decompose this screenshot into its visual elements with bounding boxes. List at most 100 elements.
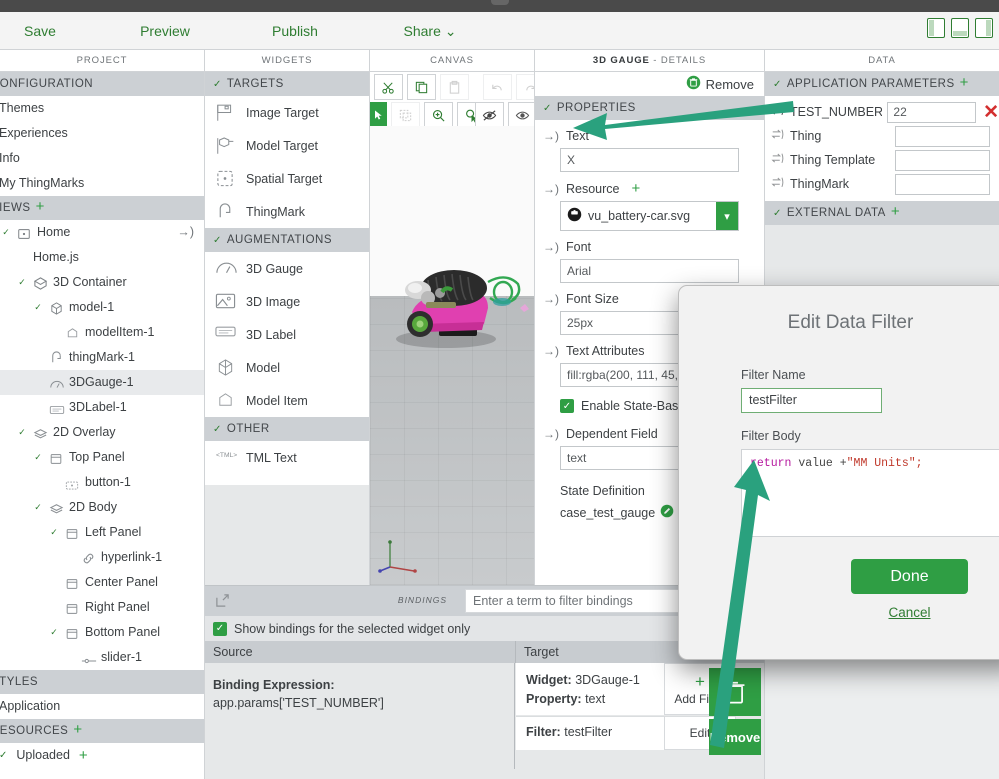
binding-arrow-icon[interactable]: →) [543,344,559,358]
menu-preview[interactable]: Preview [110,12,220,50]
menu-save[interactable]: Save [0,12,80,50]
param-input-thing-template[interactable] [895,149,990,171]
binding-filter-row[interactable]: Filter: testFilter [516,716,664,750]
tree-item-left-panel[interactable]: ✓ Left Panel [0,520,204,545]
section-external-data[interactable]: ✓ EXTERNAL DATA + [765,201,999,225]
tree-item-thingmark-1[interactable]: thingMark-1 [0,345,204,370]
tree-item-top-panel[interactable]: ✓ Top Panel [0,445,204,470]
tree-item-right-panel[interactable]: Right Panel [0,595,204,620]
widget-item-model-target[interactable]: Model Target [205,129,369,162]
menu-publish[interactable]: Publish [240,12,350,50]
widget-item-spatial-target[interactable]: Spatial Target [205,162,369,195]
widgets-section-other[interactable]: ✓ OTHER [205,417,369,441]
widget-item-3d-label[interactable]: 3D Label [205,318,369,351]
redo-icon[interactable] [516,74,534,100]
widget-item-model-item[interactable]: Model Item [205,384,369,417]
widgets-section-targets[interactable]: ✓ TARGETS [205,72,369,96]
remove-trash-button[interactable] [709,668,761,716]
panel-left-icon[interactable] [927,18,945,38]
section-resources[interactable]: RESOURCES + [0,719,204,743]
resource-select[interactable]: vu_battery-car.svg ▾ [560,201,739,231]
widget-item-model[interactable]: Model [205,351,369,384]
section-views[interactable]: VIEWS + [0,196,204,220]
add-resource-icon[interactable]: + [73,721,82,738]
project-item-experiences[interactable]: Experiences [0,121,204,146]
edit-pencil-icon[interactable] [660,504,674,521]
filter-body-editor[interactable]: return value +"MM Units"; [741,449,999,537]
section-configuration[interactable]: CONFIGURATION [0,72,204,96]
tree-item-3dlabel-1[interactable]: 3DLabel-1 [0,395,204,420]
tree-item-button-1[interactable]: button-1 [0,470,204,495]
widgets-section-augmentations[interactable]: ✓ AUGMENTATIONS [205,228,369,252]
open-view-icon[interactable]: →) [177,220,204,245]
menu-share[interactable]: Share ⌄ [380,12,480,50]
tree-item-2d-body[interactable]: ✓ 2D Body [0,495,204,520]
hide-icon[interactable] [475,102,504,128]
binding-swap-icon[interactable] [771,128,785,144]
section-application-parameters[interactable]: ✓ APPLICATION PARAMETERS + [765,72,999,96]
tree-item-2d-overlay[interactable]: ✓ 2D Overlay [0,420,204,445]
undo-icon[interactable] [483,74,512,100]
delete-parameter-icon[interactable]: ✕ [983,103,999,122]
copy-icon[interactable] [407,74,436,100]
binding-swap-icon[interactable] [771,104,785,120]
widget-item-3d-image[interactable]: 3D Image [205,285,369,318]
binding-arrow-icon[interactable]: →) [543,129,559,143]
panel-right-icon[interactable] [975,18,993,38]
tree-item-center-panel[interactable]: Center Panel [0,570,204,595]
zoom-in-icon[interactable] [424,102,453,128]
done-button[interactable]: Done [851,559,968,594]
binding-row[interactable]: Binding Expression: app.params['TEST_NUM… [205,663,515,769]
section-properties[interactable]: ✓ PROPERTIES [535,96,764,120]
widget-item-3d-gauge[interactable]: 3D Gauge [205,252,369,285]
add-uploaded-icon[interactable]: + [79,748,88,763]
binding-arrow-icon[interactable]: →) [543,240,559,254]
remove-button[interactable]: Remove [709,719,761,755]
binding-swap-icon[interactable] [771,176,785,192]
tree-item-slider-1[interactable]: slider-1 [0,645,204,670]
tree-item-model-1[interactable]: ✓ model-1 [0,295,204,320]
add-resource-icon[interactable]: + [632,181,641,196]
tree-item-3dgauge-1[interactable]: 3DGauge-1 [0,370,204,395]
details-remove-row[interactable]: Remove [535,72,764,96]
duplicate-icon[interactable] [391,102,420,128]
filter-name-input[interactable]: testFilter [741,388,882,413]
tree-item-modelitem-1[interactable]: modelItem-1 [0,320,204,345]
widget-item-thingmark[interactable]: ThingMark [205,195,369,228]
tree-item-bottom-panel[interactable]: ✓ Bottom Panel [0,620,204,645]
checkbox-enable-state-based[interactable]: ✓ [560,399,574,413]
canvas-3d-model[interactable] [384,246,534,361]
tree-item-hyperlink-1[interactable]: hyperlink-1 [0,545,204,570]
param-input-thing[interactable] [895,125,990,147]
font-input[interactable]: Arial [560,259,739,283]
tree-item-3d-container[interactable]: ✓ 3D Container [0,270,204,295]
show-icon[interactable] [508,102,534,128]
project-item-uploaded[interactable]: ✓ Uploaded + [0,743,204,768]
canvas-3d-viewport[interactable] [370,126,534,585]
binding-arrow-icon[interactable]: →) [543,427,559,441]
expand-icon[interactable] [215,593,230,611]
chevron-down-icon[interactable]: ▾ [716,202,738,230]
add-parameter-icon[interactable]: + [960,74,969,91]
binding-swap-icon[interactable] [771,152,785,168]
cancel-link[interactable]: Cancel [851,605,968,620]
text-input[interactable]: X [560,148,739,172]
paste-icon[interactable] [440,74,469,100]
add-external-data-icon[interactable]: + [891,203,900,220]
add-view-icon[interactable]: + [36,198,45,215]
tree-item-home-js[interactable]: Home.js [0,245,204,270]
panel-bottom-icon[interactable] [951,18,969,38]
section-styles[interactable]: STYLES [0,670,204,694]
project-item-my-thingmarks[interactable]: My ThingMarks [0,171,204,196]
binding-arrow-icon[interactable]: →) [543,182,559,196]
widget-item-image-target[interactable]: Image Target [205,96,369,129]
select-icon[interactable] [370,102,387,128]
param-input-thingmark[interactable] [895,173,990,195]
cut-icon[interactable] [374,74,403,100]
param-input-test-number[interactable]: 22 [887,101,977,123]
trash-icon[interactable] [686,75,701,93]
project-item-info[interactable]: Info [0,146,204,171]
project-item-themes[interactable]: Themes [0,96,204,121]
project-item-application[interactable]: Application [0,694,204,719]
binding-arrow-icon[interactable]: →) [543,292,559,306]
